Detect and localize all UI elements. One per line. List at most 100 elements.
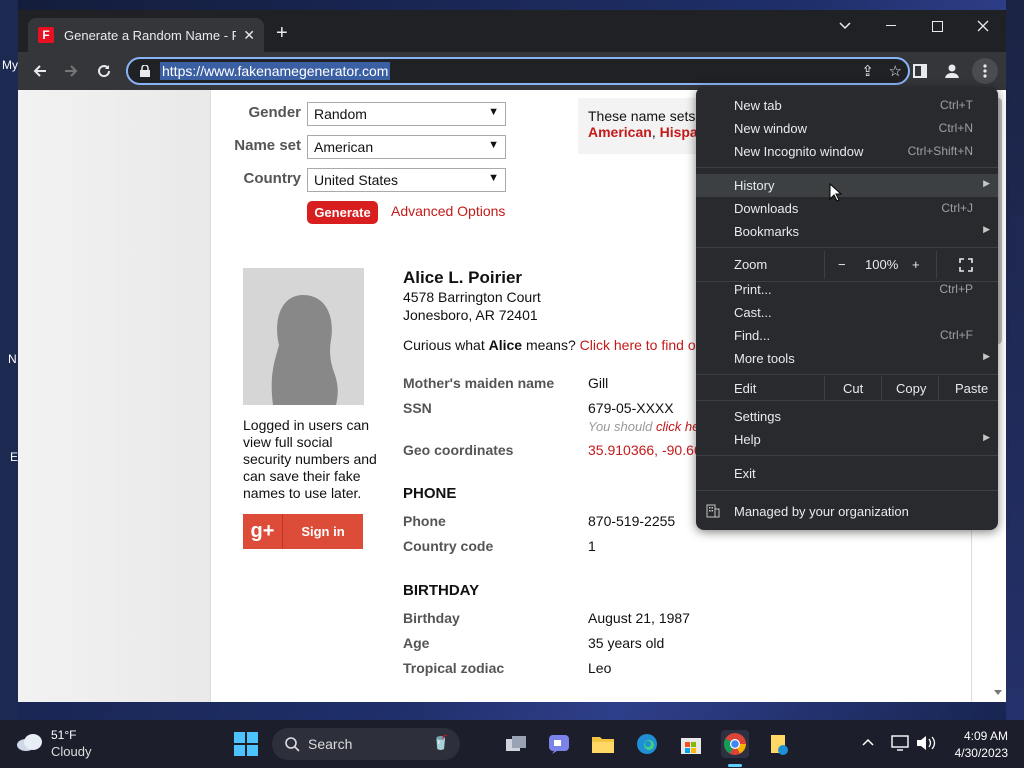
- zodiac-label: Tropical zodiac: [403, 660, 505, 676]
- country-select[interactable]: United States ▼: [307, 168, 506, 192]
- bookmark-star-icon[interactable]: ☆: [889, 62, 902, 80]
- cloudy-weather-icon[interactable]: [16, 732, 44, 752]
- menu-separator: [696, 455, 998, 456]
- menu-item-exit[interactable]: Exit: [696, 462, 998, 485]
- ssn-note: You should click he: [588, 419, 699, 434]
- teams-chat-icon[interactable]: [545, 730, 573, 758]
- menu-item-find[interactable]: Find... Ctrl+F: [696, 324, 998, 347]
- task-view-icon[interactable]: [502, 730, 530, 758]
- windows-taskbar: 51°F Cloudy Search 🥤 4:09 AM 4/30/2023: [0, 720, 1024, 768]
- microsoft-store-icon[interactable]: [677, 730, 705, 758]
- menu-label: Bookmarks: [734, 224, 800, 239]
- tab-close-icon[interactable]: ✕: [243, 27, 255, 44]
- minimize-button[interactable]: [868, 10, 914, 42]
- windows-start-icon[interactable]: [232, 730, 260, 758]
- edit-row: Edit Cut Copy Paste: [696, 376, 998, 400]
- profile-icon[interactable]: [939, 58, 965, 84]
- menu-item-cast[interactable]: Cast...: [696, 301, 998, 324]
- nameset-select[interactable]: American ▼: [307, 135, 506, 159]
- menu-item-settings[interactable]: Settings: [696, 405, 998, 428]
- forward-icon[interactable]: [58, 58, 84, 84]
- person-name: Alice L. Poirier: [403, 268, 523, 287]
- menu-label: New Incognito window: [734, 144, 864, 159]
- menu-item-managed[interactable]: Managed by your organization: [696, 500, 998, 523]
- back-icon[interactable]: [27, 58, 53, 84]
- ssn-label: SSN: [403, 400, 432, 416]
- menu-item-bookmarks[interactable]: Bookmarks ▶: [696, 220, 998, 243]
- address-line-2: Jonesboro, AR 72401: [403, 307, 538, 323]
- edit-divider: [938, 376, 939, 400]
- menu-label: Settings: [734, 409, 781, 424]
- weather-condition[interactable]: Cloudy: [51, 744, 91, 759]
- zoom-divider: [936, 251, 937, 279]
- nameset-label: Name set: [234, 137, 301, 154]
- name-meaning-link[interactable]: Click here to find ou: [580, 337, 704, 353]
- gender-select[interactable]: Random ▼: [307, 102, 506, 126]
- menu-label: Find...: [734, 328, 771, 343]
- search-label: Search: [308, 736, 353, 752]
- cut-button[interactable]: Cut: [843, 381, 863, 396]
- chrome-taskbar-icon[interactable]: [721, 730, 749, 758]
- age-label: Age: [403, 635, 430, 651]
- scroll-down-icon[interactable]: [994, 690, 1002, 696]
- info-link-american[interactable]: American: [588, 124, 652, 140]
- gender-label: Gender: [248, 104, 301, 121]
- ssn-note-text: You should: [588, 419, 656, 434]
- drinks-doodle-icon: 🥤: [432, 734, 450, 750]
- birthday-value: August 21, 1987: [588, 610, 690, 626]
- active-app-indicator: [728, 764, 742, 767]
- maximize-button[interactable]: [914, 10, 960, 42]
- desktop-icon-label[interactable]: N: [8, 352, 17, 366]
- desktop-icon-label[interactable]: My: [2, 58, 18, 72]
- chevron-up-icon[interactable]: [862, 738, 874, 746]
- taskbar-search-box[interactable]: Search 🥤: [272, 728, 460, 760]
- menu-separator: [696, 490, 998, 491]
- zoom-out-button[interactable]: −: [838, 257, 846, 272]
- address-bar[interactable]: https://www.fakenamegenerator.com ⇪ ☆: [126, 57, 910, 85]
- clock-time[interactable]: 4:09 AM: [946, 729, 1008, 743]
- desktop-icon-label[interactable]: E: [10, 450, 18, 464]
- menu-item-print[interactable]: Print... Ctrl+P: [696, 278, 998, 301]
- menu-item-history[interactable]: History ▶: [696, 174, 998, 197]
- fullscreen-icon[interactable]: [959, 258, 973, 272]
- menu-item-new-window[interactable]: New window Ctrl+N: [696, 117, 998, 140]
- google-sign-in-button[interactable]: g+ Sign in: [243, 514, 363, 549]
- menu-item-help[interactable]: Help ▶: [696, 428, 998, 451]
- active-tab[interactable]: F Generate a Random Name - Fake Name Gen…: [28, 18, 264, 52]
- share-icon[interactable]: ⇪: [861, 62, 874, 80]
- menu-item-new-tab[interactable]: New tab Ctrl+T: [696, 94, 998, 117]
- weather-temp[interactable]: 51°F: [51, 728, 76, 742]
- edit-divider: [824, 376, 825, 400]
- advanced-options-link[interactable]: Advanced Options: [391, 203, 505, 219]
- close-window-button[interactable]: [960, 10, 1006, 42]
- url-text[interactable]: https://www.fakenamegenerator.com: [160, 62, 391, 80]
- edit-divider: [881, 376, 882, 400]
- desktop-right-strip: [1006, 0, 1024, 720]
- country-code-value: 1: [588, 538, 596, 554]
- generate-button[interactable]: Generate: [307, 201, 378, 224]
- menu-item-new-incognito-window[interactable]: New Incognito window Ctrl+Shift+N: [696, 140, 998, 163]
- menu-label: Cast...: [734, 305, 772, 320]
- ssn-note-link[interactable]: click he: [656, 419, 699, 434]
- file-manager-icon[interactable]: [765, 730, 793, 758]
- tab-search-icon[interactable]: [822, 10, 868, 42]
- file-explorer-icon[interactable]: [589, 730, 617, 758]
- info-link-hispanic[interactable]: Hispa: [660, 124, 698, 140]
- chrome-menu-icon[interactable]: [972, 58, 998, 84]
- page-left-gutter: [18, 90, 210, 702]
- new-tab-button[interactable]: +: [276, 23, 288, 43]
- volume-icon[interactable]: [916, 735, 936, 751]
- menu-item-downloads[interactable]: Downloads Ctrl+J: [696, 197, 998, 220]
- zoom-in-button[interactable]: +: [912, 257, 920, 272]
- edge-browser-icon[interactable]: [633, 730, 661, 758]
- paste-button[interactable]: Paste: [955, 381, 988, 396]
- side-panel-icon[interactable]: [907, 58, 933, 84]
- sign-in-label: Sign in: [301, 524, 345, 539]
- network-icon[interactable]: [891, 735, 909, 751]
- clock-date[interactable]: 4/30/2023: [940, 746, 1008, 760]
- reload-icon[interactable]: [91, 58, 117, 84]
- menu-item-more-tools[interactable]: More tools ▶: [696, 347, 998, 370]
- lock-icon[interactable]: [140, 65, 150, 77]
- geo-value-link[interactable]: 35.910366, -90.66: [588, 442, 702, 458]
- copy-button[interactable]: Copy: [896, 381, 926, 396]
